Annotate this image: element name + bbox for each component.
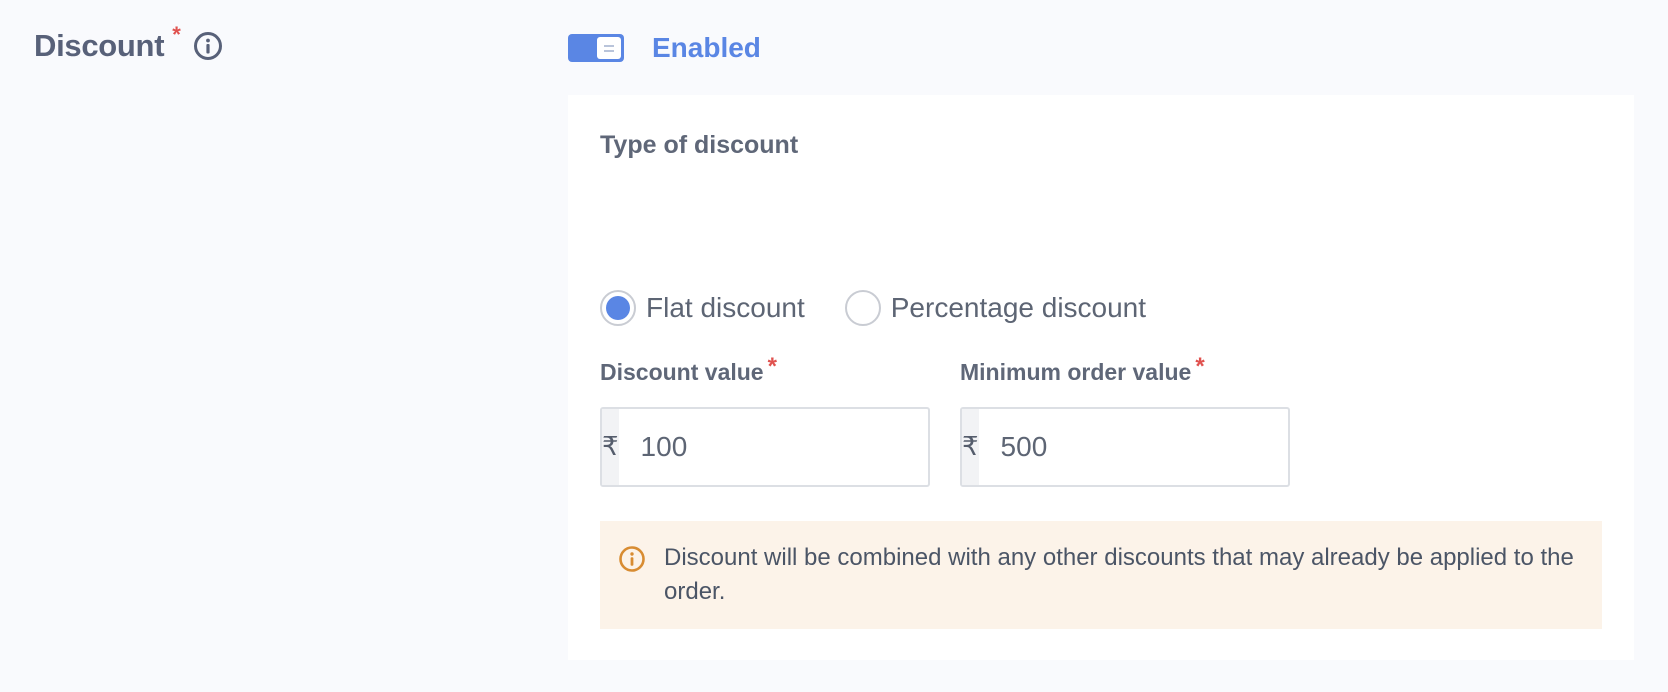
percentage-discount-radio[interactable] — [844, 290, 881, 326]
required-indicator: * — [172, 22, 181, 47]
flat-discount-option[interactable]: Flat discount — [600, 290, 805, 326]
discount-value-label: Discount value — [600, 359, 764, 385]
section-title: Discount — [34, 28, 165, 63]
toggle-state-label: Enabled — [652, 32, 761, 63]
discount-combination-notice: Discount will be combined with any other… — [600, 521, 1602, 629]
discount-type-radio-group: Flat discount Percentage discount — [600, 290, 1186, 326]
discount-type-title: Type of discount — [600, 131, 799, 159]
warning-info-icon — [618, 545, 646, 573]
minimum-order-value-label: Minimum order value — [960, 359, 1192, 385]
discount-settings-panel: Type of discount Flat discount Percentag… — [568, 95, 1634, 660]
required-indicator: * — [767, 353, 777, 380]
discount-value-input-group: ₹ — [600, 407, 1004, 487]
discount-value-input[interactable] — [618, 409, 1004, 485]
rupee-currency-prefix: ₹ — [962, 409, 979, 485]
minimum-order-value-input[interactable] — [978, 409, 1364, 485]
info-icon[interactable] — [193, 31, 223, 61]
minimum-order-value-field: Minimum order value * ₹ — [960, 353, 1364, 487]
rupee-currency-prefix: ₹ — [602, 409, 619, 485]
percentage-discount-option[interactable]: Percentage discount — [844, 290, 1146, 326]
discount-section-label: Discount * — [34, 22, 223, 66]
required-indicator: * — [1195, 353, 1205, 380]
notice-text: Discount will be combined with any other… — [664, 544, 1574, 605]
discount-enabled-toggle[interactable] — [568, 34, 624, 62]
flat-discount-radio[interactable] — [600, 290, 636, 326]
flat-discount-label[interactable]: Flat discount — [646, 292, 805, 324]
discount-value-field: Discount value * ₹ — [600, 353, 1004, 487]
minimum-order-value-input-group: ₹ — [960, 407, 1364, 487]
toggle-knob — [597, 37, 621, 59]
discount-toggle-row: Enabled — [568, 32, 761, 64]
minimum-order-value-label-row: Minimum order value * — [960, 353, 1290, 399]
discount-value-label-row: Discount value * — [600, 353, 930, 399]
percentage-discount-label[interactable]: Percentage discount — [891, 292, 1146, 324]
